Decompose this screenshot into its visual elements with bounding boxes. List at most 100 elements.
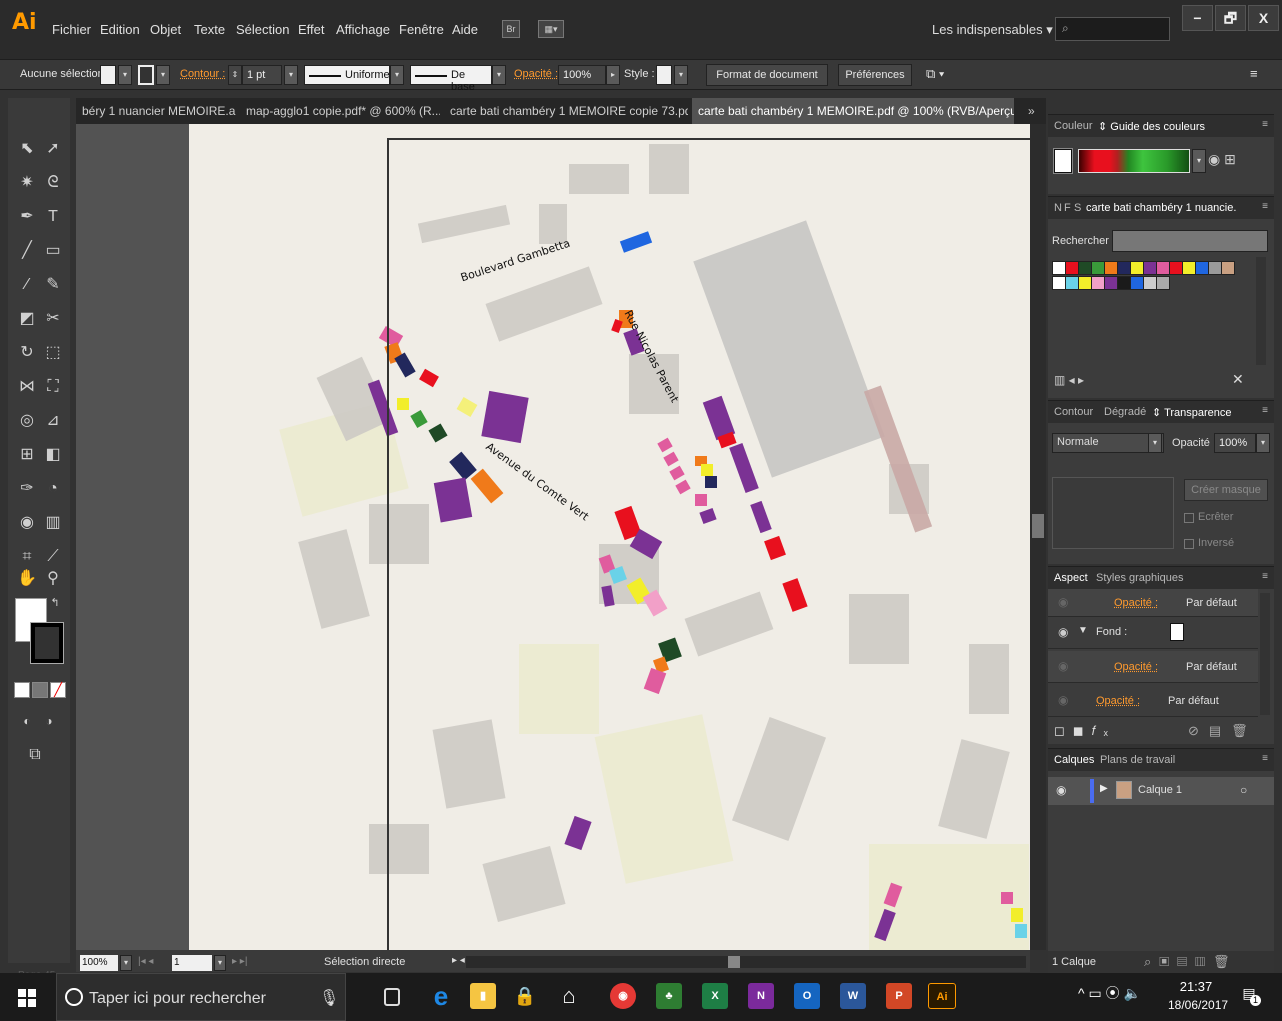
screen-mode-icon[interactable]: ⧉ xyxy=(24,744,46,766)
menu-selection[interactable]: Sélection xyxy=(236,22,289,37)
panel-menu-icon[interactable]: ≡ xyxy=(1262,119,1268,130)
zoom-tool-icon[interactable]: ⚲ xyxy=(42,568,64,590)
draw-mode-icon[interactable]: ◐ xyxy=(16,710,38,732)
menu-edition[interactable]: Edition xyxy=(100,22,140,37)
column-graph-icon[interactable]: ▥ xyxy=(42,512,64,534)
graphic-style-swatch[interactable] xyxy=(656,65,672,85)
tab-transparence[interactable]: ⇕ Transparence xyxy=(1152,406,1232,419)
appearance-row[interactable]: ◉ Opacité : Par défaut xyxy=(1048,589,1258,617)
style-dropdown-icon[interactable]: ▾ xyxy=(674,65,688,85)
stroke-weight-stepper[interactable]: ⇕ xyxy=(228,65,242,85)
free-transform-icon[interactable]: ⛶ xyxy=(42,376,64,398)
color-swatch[interactable] xyxy=(1221,261,1235,275)
visibility-icon[interactable]: ◉ xyxy=(1058,595,1068,609)
tab-swatch-library[interactable]: carte bati chambéry 1 nuancie... xyxy=(1086,202,1236,214)
opacity-dropdown-icon[interactable]: ▸ xyxy=(606,65,620,85)
edge-icon[interactable]: e xyxy=(428,983,454,1009)
color-swatch[interactable] xyxy=(1143,261,1157,275)
slice-tool-icon[interactable]: ⟋ xyxy=(42,546,64,568)
home-icon[interactable]: ⌂ xyxy=(556,983,582,1009)
layer-visibility-icon[interactable]: ◉ xyxy=(1056,783,1066,797)
expand-triangle-icon[interactable]: ▼ xyxy=(1078,625,1088,636)
harmony-colors-strip[interactable] xyxy=(1078,149,1190,173)
symbol-sprayer-icon[interactable]: ◉ xyxy=(16,512,38,534)
artboard-prev-icon[interactable]: |◂ ◂ xyxy=(138,956,153,967)
tab-contour[interactable]: Contour xyxy=(1054,406,1093,418)
app-icon[interactable]: ♣ xyxy=(656,983,682,1009)
color-swatch[interactable] xyxy=(1182,261,1196,275)
clip-checkbox[interactable] xyxy=(1184,513,1194,523)
blend-tool-icon[interactable]: ◔ xyxy=(42,478,64,500)
brush-definition[interactable]: De base xyxy=(410,65,492,93)
line-tool-icon[interactable]: ╱ xyxy=(16,240,38,262)
scale-tool-icon[interactable]: ⬚ xyxy=(42,342,64,364)
tab-carte-active[interactable]: carte bati chambéry 1 MEMOIRE.pdf @ 100%… xyxy=(692,98,1014,124)
arrange-documents-icon[interactable]: ▦▾ xyxy=(538,20,564,38)
tab-carte-copie[interactable]: carte bati chambéry 1 MEMOIRE copie 73.p… xyxy=(444,98,688,124)
arrange-icon[interactable]: ⧉ ▾ xyxy=(926,66,944,82)
tab-s[interactable]: S xyxy=(1074,202,1081,214)
perspective-grid-icon[interactable]: ⊿ xyxy=(42,410,64,432)
preferences-button[interactable]: Préférences xyxy=(838,64,912,86)
tab-n[interactable]: N xyxy=(1054,202,1062,214)
stroke-color-swatch[interactable] xyxy=(30,622,64,664)
taskbar-clock[interactable]: 21:37 18/06/2017 xyxy=(1168,979,1228,1012)
selection-tool-icon[interactable]: ⬉ xyxy=(16,138,38,160)
appearance-row[interactable]: ◉ Opacité : Par défaut xyxy=(1048,651,1258,683)
swap-colors-icon[interactable]: ↰ xyxy=(44,592,66,614)
hand-tool-icon[interactable]: ✋ xyxy=(16,568,38,590)
invert-checkbox[interactable] xyxy=(1184,539,1194,549)
expand-layer-icon[interactable]: ▶ xyxy=(1100,783,1108,794)
color-swatch[interactable] xyxy=(1052,261,1066,275)
zoom-field[interactable]: 100% xyxy=(80,955,118,971)
zoom-dropdown-icon[interactable]: ▾ xyxy=(120,955,132,971)
color-swatch[interactable] xyxy=(1065,276,1079,290)
menu-texte[interactable]: Texte xyxy=(194,22,225,37)
width-tool-icon[interactable]: ⋈ xyxy=(16,376,38,398)
color-swatch[interactable] xyxy=(1078,276,1092,290)
variable-width-profile[interactable]: Uniforme xyxy=(304,65,390,85)
menu-effet[interactable]: Effet xyxy=(298,22,325,37)
artboard-dropdown-icon[interactable]: ▾ xyxy=(214,955,226,971)
tab-aspect[interactable]: Aspect xyxy=(1054,572,1088,584)
windows-start-icon[interactable] xyxy=(18,989,36,1007)
visibility-icon[interactable]: ◉ xyxy=(1058,693,1068,707)
menu-fenetre[interactable]: Fenêtre xyxy=(399,22,444,37)
fill-thumbnail[interactable] xyxy=(1170,623,1184,641)
appearance-actions-icon[interactable]: ⊘▤🗑 xyxy=(1188,723,1258,739)
brush-dropdown-icon[interactable]: ▾ xyxy=(492,65,506,85)
tabs-overflow-icon[interactable]: » xyxy=(1022,98,1044,124)
color-swatch[interactable] xyxy=(1117,276,1131,290)
action-center-icon[interactable]: ▤ 1 xyxy=(1238,985,1261,1007)
swatch-library-menu-icon[interactable]: ▥ ◂ ▸ xyxy=(1054,373,1084,387)
appearance-fill-row[interactable]: ◉ ▼ Fond : xyxy=(1048,617,1258,649)
horizontal-scrollbar[interactable] xyxy=(466,956,1026,968)
layer-target-icon[interactable]: ○ xyxy=(1240,783,1247,797)
powerpoint-icon[interactable]: P xyxy=(886,983,912,1009)
status-menu-icon[interactable]: ▸ ◂ xyxy=(452,955,465,966)
panel-menu-icon[interactable]: ≡ xyxy=(1262,201,1268,212)
tab-map-agglo[interactable]: map-agglo1 copie.pdf* @ 600% (R...× xyxy=(240,98,440,124)
artboard-tool-icon[interactable]: ⌗ xyxy=(16,546,38,568)
onenote-icon[interactable]: N xyxy=(748,983,774,1009)
shape-builder-icon[interactable]: ◎ xyxy=(16,410,38,432)
appearance-footer-icons[interactable]: ◻◼𝑓ₓ xyxy=(1054,723,1116,739)
tab-nuancier[interactable]: béry 1 nuancier MEMOIRE.ai× xyxy=(76,98,236,124)
type-tool-icon[interactable]: T xyxy=(42,206,64,228)
excel-icon[interactable]: X xyxy=(702,983,728,1009)
swatch-scrollbar[interactable] xyxy=(1256,257,1266,365)
control-panel-menu-icon[interactable]: ≡ xyxy=(1250,66,1258,81)
layer-name[interactable]: Calque 1 xyxy=(1138,784,1182,796)
mask-thumbnail[interactable] xyxy=(1052,477,1174,549)
chrome-icon[interactable]: ◉ xyxy=(610,983,636,1009)
color-mode-icon[interactable] xyxy=(14,682,30,698)
horizontal-scroll-thumb[interactable] xyxy=(728,956,740,968)
store-icon[interactable]: 🔒 xyxy=(512,983,538,1009)
base-color-swatch[interactable] xyxy=(1053,148,1073,174)
visibility-icon[interactable]: ◉ xyxy=(1058,625,1068,639)
lasso-icon[interactable]: ᘓ xyxy=(42,172,64,194)
artboard-number-field[interactable]: 1 xyxy=(172,955,212,971)
fill-dropdown-icon[interactable]: ▾ xyxy=(118,65,132,85)
close-button[interactable]: X xyxy=(1248,5,1279,31)
bridge-button[interactable]: Br xyxy=(502,20,520,38)
